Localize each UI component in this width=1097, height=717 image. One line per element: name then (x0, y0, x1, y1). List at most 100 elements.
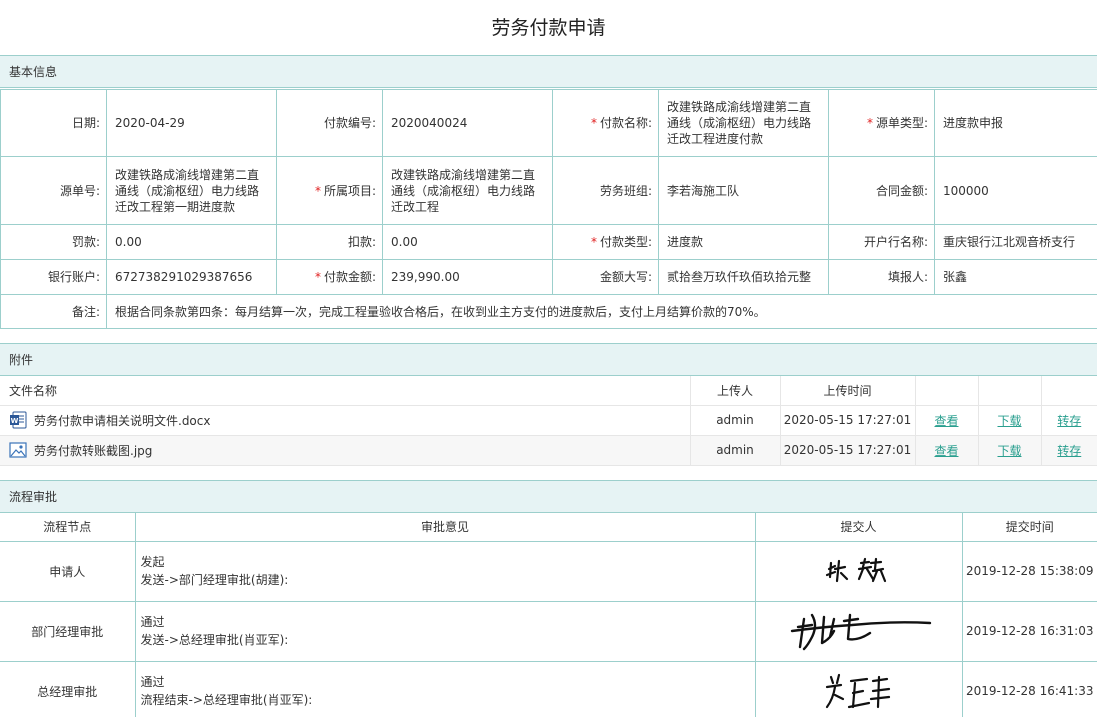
src-no-label: 源单号: (0, 156, 107, 225)
image-file-icon (9, 442, 27, 458)
amount-cn-value: 贰拾叁万玖仟玖佰玖拾元整 (658, 259, 829, 295)
flow-submit-time: 2019-12-28 15:38:09 (961, 540, 1097, 602)
flow-node: 总经理审批 (0, 660, 136, 717)
view-link-cell: 查看 (914, 405, 978, 436)
flow-next-step: 发送->部门经理审批(胡建): (140, 573, 289, 587)
approval-flow-table: 流程节点 审批意见 提交人 提交时间 申请人 发起 发送->部门经理审批(胡建)… (0, 513, 1097, 717)
pay-name-value: 改建铁路成渝线增建第二直通线（成渝枢纽）电力线路迁改工程进度付款 (658, 89, 829, 157)
download-link[interactable]: 下载 (997, 444, 1021, 458)
amount-value: 239,990.00 (382, 259, 553, 295)
section-header-flow: 流程审批 (0, 480, 1097, 513)
col-header-empty (1040, 376, 1097, 406)
table-row: W 劳务付款申请相关说明文件.docx admin 2020-05-15 17:… (0, 405, 1097, 436)
file-name-cell: 劳务付款转账截图.jpg (0, 435, 690, 466)
col-header-submitter: 提交人 (754, 513, 963, 542)
file-name: 劳务付款转账截图.jpg (34, 443, 153, 458)
deduct-label: 扣款: (276, 224, 383, 260)
src-type-label-cell: * 源单类型: (828, 89, 935, 157)
project-value: 改建铁路成渝线增建第二直通线（成渝枢纽）电力线路迁改工程 (382, 156, 553, 225)
project-label-cell: * 所属项目: (276, 156, 383, 225)
deduct-value: 0.00 (382, 224, 553, 260)
pay-name-label: 付款名称: (599, 116, 652, 130)
pay-type-value: 进度款 (658, 224, 829, 260)
amount-label-cell: * 付款金额: (276, 259, 383, 295)
table-row: 部门经理审批 通过 发送->总经理审批(肖亚军): 2019-12-28 16:… (0, 600, 1097, 662)
contract-amount-label: 合同金额: (828, 156, 935, 225)
flow-action: 通过 (140, 675, 165, 689)
flow-next-step: 流程结束->总经理审批(肖亚军): (140, 693, 313, 707)
download-link-cell: 下载 (977, 405, 1041, 436)
required-mark: * (590, 235, 597, 249)
required-mark: * (314, 270, 321, 284)
amount-cn-label: 金额大写: (552, 259, 659, 295)
submitter-cell (754, 540, 963, 602)
view-link[interactable]: 查看 (934, 414, 958, 428)
table-row: 总经理审批 通过 流程结束->总经理审批(肖亚军): 2019-12-28 16… (0, 660, 1097, 717)
amount-label: 付款金额: (323, 270, 376, 284)
src-no-value: 改建铁路成渝线增建第二直通线（成渝枢纽）电力线路迁改工程第一期进度款 (106, 156, 277, 225)
team-value: 李若海施工队 (658, 156, 829, 225)
download-link-cell: 下载 (977, 435, 1041, 466)
file-upload-time: 2020-05-15 17:27:01 (779, 405, 915, 436)
required-mark: * (314, 183, 321, 198)
col-header-empty (977, 376, 1041, 406)
pay-type-label-cell: * 付款类型: (552, 224, 659, 260)
file-name: 劳务付款申请相关说明文件.docx (34, 413, 211, 428)
team-label: 劳务班组: (552, 156, 659, 225)
table-row: 劳务付款转账截图.jpg admin 2020-05-15 17:27:01 查… (0, 435, 1097, 466)
file-uploader: admin (689, 435, 780, 466)
col-header-upload-time: 上传时间 (779, 376, 915, 406)
submitter-cell (754, 660, 963, 717)
file-upload-time: 2020-05-15 17:27:01 (779, 435, 915, 466)
remark-label: 备注: (0, 294, 107, 329)
flow-submit-time: 2019-12-28 16:41:33 (961, 660, 1097, 717)
pay-type-label: 付款类型: (599, 235, 652, 249)
bank-label: 开户行名称: (828, 224, 935, 260)
col-header-uploader: 上传人 (689, 376, 780, 406)
view-link-cell: 查看 (914, 435, 978, 466)
save-link[interactable]: 转存 (1057, 444, 1081, 458)
filler-label: 填报人: (828, 259, 935, 295)
flow-submit-time: 2019-12-28 16:31:03 (961, 600, 1097, 662)
account-value: 672738291029387656 (106, 259, 277, 295)
attachments-table: 文件名称 上传人 上传时间 W 劳务付款申请相关说明文件.docx admin … (0, 376, 1097, 466)
signature-hu-jian (790, 613, 931, 651)
src-type-label: 源单类型: (875, 116, 928, 130)
account-label: 银行账户: (0, 259, 107, 295)
date-value: 2020-04-29 (106, 89, 277, 157)
table-row: 申请人 发起 发送->部门经理审批(胡建): 2019-12-28 15:38:… (0, 540, 1097, 602)
pay-no-value: 2020040024 (382, 89, 553, 157)
flow-node: 部门经理审批 (0, 600, 136, 662)
save-link-cell: 转存 (1040, 435, 1097, 466)
filler-value: 张鑫 (934, 259, 1097, 295)
fine-value: 0.00 (106, 224, 277, 260)
page-title: 劳务付款申请 (0, 0, 1097, 56)
view-link[interactable]: 查看 (934, 444, 958, 458)
bank-value: 重庆银行江北观音桥支行 (934, 224, 1097, 260)
flow-node: 申请人 (0, 540, 136, 602)
remark-value: 根据合同条款第四条：每月结算一次，完成工程量验收合格后，在收到业主方支付的进度款… (106, 294, 1097, 329)
signature-xiao-yajun (825, 673, 890, 709)
col-header-node: 流程节点 (0, 513, 136, 542)
word-doc-icon: W (10, 411, 27, 429)
save-link[interactable]: 转存 (1057, 414, 1081, 428)
pay-no-label: 付款编号: (276, 89, 383, 157)
flow-action: 发起 (140, 555, 165, 569)
src-type-value: 进度款申报 (934, 89, 1097, 157)
col-header-submit-time: 提交时间 (961, 513, 1097, 542)
col-header-file-name: 文件名称 (0, 376, 690, 406)
download-link[interactable]: 下载 (997, 414, 1021, 428)
basic-info-table: 日期: 2020-04-29 付款编号: 2020040024 * 付款名称: 改… (0, 89, 1097, 329)
contract-amount-value: 100000 (934, 156, 1097, 225)
col-header-opinion: 审批意见 (134, 513, 756, 542)
flow-action: 通过 (140, 615, 165, 629)
required-mark: * (866, 116, 873, 130)
flow-next-step: 发送->总经理审批(肖亚军): (140, 633, 289, 647)
project-label: 所属项目: (323, 183, 376, 198)
section-header-attachments: 附件 (0, 343, 1097, 376)
flow-opinion: 发起 发送->部门经理审批(胡建): (134, 540, 756, 602)
flow-opinion: 通过 发送->总经理审批(肖亚军): (134, 600, 756, 662)
file-name-cell: W 劳务付款申请相关说明文件.docx (0, 405, 690, 436)
flow-opinion: 通过 流程结束->总经理审批(肖亚军): (134, 660, 756, 717)
pay-name-label-cell: * 付款名称: (552, 89, 659, 157)
